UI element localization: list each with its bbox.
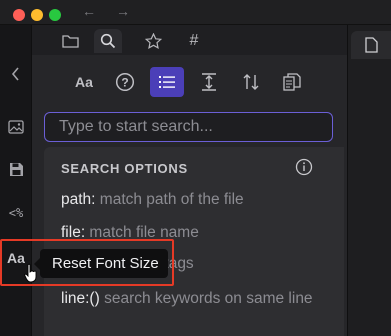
option-key: line:() [61, 290, 100, 307]
title-bar: ← → [0, 0, 391, 25]
help-glyph: ? [121, 75, 128, 89]
match-case-icon[interactable]: Aa [67, 67, 101, 97]
editor-area [347, 25, 391, 336]
help-icon[interactable]: ? [108, 67, 142, 97]
reset-font-size-tooltip: Reset Font Size [34, 249, 168, 278]
option-desc: match path of the file [95, 191, 244, 208]
hand-cursor-icon [24, 263, 37, 283]
collapse-sidebar-icon[interactable] [5, 63, 27, 85]
close-window-button[interactable] [13, 9, 25, 21]
search-option-line[interactable]: line:() search keywords on same line [61, 288, 331, 310]
option-desc: search keywords on same line [99, 290, 313, 307]
code-template-icon[interactable]: <% [5, 202, 27, 224]
file-icon [365, 37, 378, 53]
maximize-window-button[interactable] [49, 9, 61, 21]
star-icon[interactable] [139, 29, 167, 53]
search-icon[interactable] [94, 29, 122, 53]
forward-arrow-icon[interactable]: → [116, 3, 130, 19]
image-icon[interactable] [5, 116, 27, 138]
copy-results-icon[interactable] [275, 67, 309, 97]
sidebar-tab-bar: # [32, 25, 347, 55]
hash-icon[interactable]: # [180, 29, 208, 53]
info-icon[interactable] [295, 158, 313, 176]
search-option-path[interactable]: path: match path of the file [61, 189, 331, 211]
option-key: path: [61, 191, 96, 208]
search-pane: Aa ? SEARCH OPTIONS path: match path of … [32, 55, 347, 336]
folder-icon[interactable] [56, 29, 84, 53]
left-ribbon: <% Aa [0, 25, 32, 336]
save-icon[interactable] [5, 158, 27, 180]
editor-tab[interactable] [351, 31, 391, 59]
search-input[interactable] [44, 112, 333, 142]
back-arrow-icon[interactable]: ← [82, 3, 96, 19]
collapse-results-icon[interactable] [192, 67, 226, 97]
minimize-window-button[interactable] [31, 9, 43, 21]
search-options-header: SEARCH OPTIONS [61, 161, 188, 176]
list-view-icon[interactable] [150, 67, 184, 97]
sort-icon[interactable] [234, 67, 268, 97]
